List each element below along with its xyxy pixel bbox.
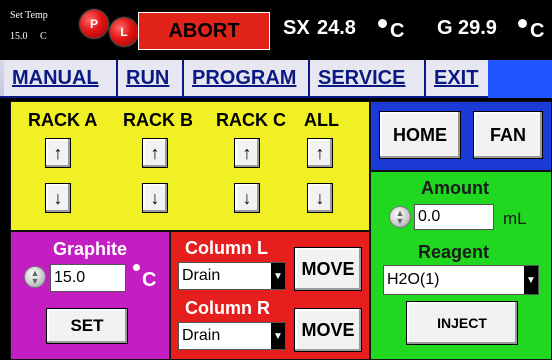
set-button[interactable]: SET: [46, 308, 128, 344]
column-r-label: Column R: [185, 298, 270, 318]
spin-down-icon: ▼: [30, 276, 40, 286]
arrow-up-icon: ↑: [53, 142, 63, 163]
all-up-button[interactable]: ↑: [307, 138, 333, 168]
chevron-down-icon: ▼: [271, 263, 285, 289]
set-temp-value: 15.0: [10, 31, 28, 42]
rack-c-label: RACK C: [216, 110, 286, 130]
l-button[interactable]: L: [110, 18, 138, 46]
reagent-select-value: H2O(1): [387, 271, 440, 288]
sx-temp-readout: 24.8: [317, 17, 356, 39]
inject-button[interactable]: INJECT: [406, 301, 518, 345]
graphite-label: Graphite: [53, 239, 128, 259]
rack-c-down-button[interactable]: ↓: [234, 183, 260, 213]
menu-exit[interactable]: EXIT: [426, 60, 488, 96]
column-l-select[interactable]: Drain ▼: [178, 262, 286, 290]
graphite-temp-unit: C: [142, 269, 157, 291]
g-temp-unit: C: [530, 20, 545, 42]
graphite-spinner[interactable]: ▲ ▼: [24, 266, 46, 288]
rack-a-down-button[interactable]: ↓: [45, 183, 71, 213]
degree-icon: [518, 19, 527, 28]
fan-button[interactable]: FAN: [473, 111, 543, 159]
abort-button[interactable]: ABORT: [138, 12, 270, 50]
menu-run[interactable]: RUN: [118, 60, 182, 96]
column-r-select-value: Drain: [182, 327, 221, 344]
menu-bar-filler: [488, 60, 552, 98]
all-label: ALL: [304, 110, 339, 130]
reagent-label: Reagent: [418, 242, 490, 262]
sx-temp-unit: C: [390, 20, 405, 42]
amount-label: Amount: [421, 178, 489, 198]
rack-a-label: RACK A: [28, 110, 98, 130]
p-button[interactable]: P: [80, 10, 108, 38]
sx-label: SX: [283, 17, 310, 39]
column-l-select-value: Drain: [182, 267, 221, 284]
amount-unit: mL: [503, 209, 527, 228]
chevron-down-icon: ▼: [524, 266, 538, 294]
all-down-button[interactable]: ↓: [307, 183, 333, 213]
arrow-up-icon: ↑: [242, 142, 252, 163]
degree-icon: [133, 264, 140, 271]
reagent-select[interactable]: H2O(1) ▼: [383, 265, 539, 295]
rack-b-label: RACK B: [123, 110, 193, 130]
menu-service[interactable]: SERVICE: [310, 60, 424, 96]
rack-c-up-button[interactable]: ↑: [234, 138, 260, 168]
arrow-down-icon: ↓: [315, 187, 325, 208]
column-l-move-button[interactable]: MOVE: [294, 247, 362, 291]
arrow-down-icon: ↓: [242, 187, 252, 208]
arrow-up-icon: ↑: [150, 142, 160, 163]
chevron-down-icon: ▼: [271, 323, 285, 349]
spin-down-icon: ▼: [395, 216, 405, 226]
arrow-up-icon: ↑: [315, 142, 325, 163]
home-button[interactable]: HOME: [379, 111, 461, 159]
rack-a-up-button[interactable]: ↑: [45, 138, 71, 168]
left-border: [0, 98, 10, 360]
menu-manual[interactable]: MANUAL: [4, 60, 116, 96]
set-temp-label: Set Temp: [10, 10, 48, 21]
set-temp-unit: C: [40, 31, 47, 42]
g-temp-readout: 29.9: [458, 17, 497, 39]
column-l-label: Column L: [185, 238, 268, 258]
g-label: G: [437, 17, 453, 39]
column-r-move-button[interactable]: MOVE: [294, 308, 362, 352]
rack-b-up-button[interactable]: ↑: [142, 138, 168, 168]
arrow-down-icon: ↓: [53, 187, 63, 208]
amount-input[interactable]: 0.0: [414, 204, 494, 230]
arrow-down-icon: ↓: [150, 187, 160, 208]
column-r-select[interactable]: Drain ▼: [178, 322, 286, 350]
menu-program[interactable]: PROGRAM: [184, 60, 308, 96]
amount-spinner[interactable]: ▲ ▼: [389, 206, 411, 228]
rack-b-down-button[interactable]: ↓: [142, 183, 168, 213]
graphite-temp-input[interactable]: 15.0: [50, 264, 126, 292]
degree-icon: [378, 19, 387, 28]
